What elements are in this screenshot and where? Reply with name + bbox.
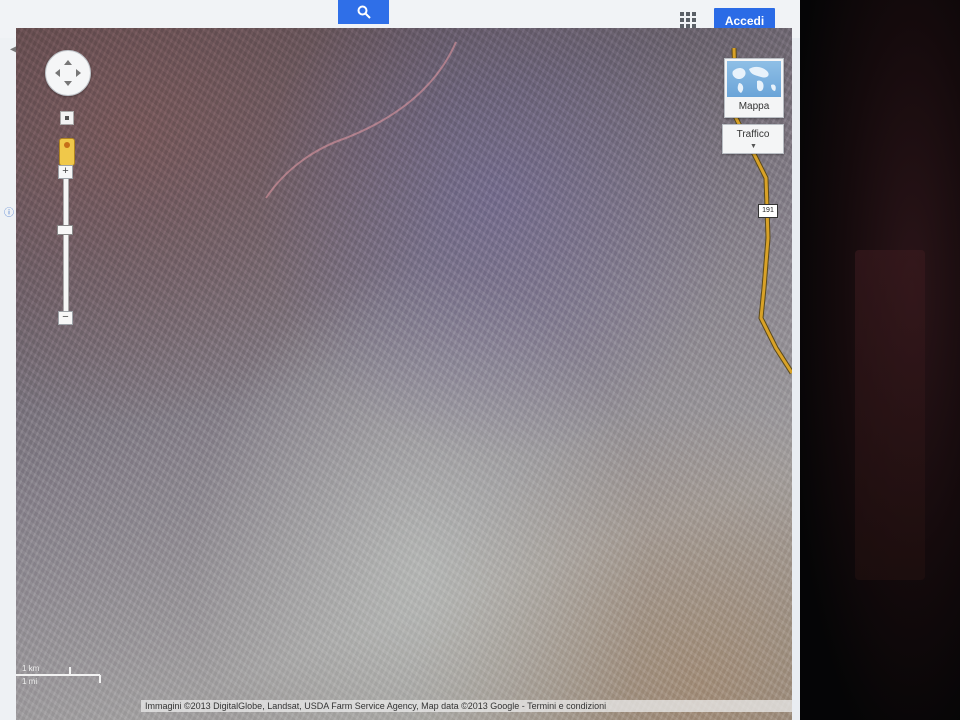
scale-bar: 1 km 1 mi xyxy=(16,662,102,688)
map-attribution: Immagini ©2013 DigitalGlobe, Landsat, US… xyxy=(141,700,792,712)
chevron-down-icon: ▼ xyxy=(750,143,757,150)
room-shadow xyxy=(855,250,925,580)
highway-road xyxy=(265,41,792,375)
zoom-slider-thumb[interactable] xyxy=(57,225,73,235)
search-button[interactable] xyxy=(338,0,389,24)
reset-view-button[interactable] xyxy=(60,111,74,125)
traffic-button[interactable]: Traffico ▼ xyxy=(722,124,784,154)
apps-grid-icon[interactable] xyxy=(680,12,696,28)
satellite-map[interactable]: 191 + − Mappa Traffico ▼ 1 km 1 mi Immag… xyxy=(16,28,792,720)
world-map-icon xyxy=(727,61,781,97)
map-type-button[interactable]: Mappa xyxy=(724,58,784,118)
pan-arrows-icon xyxy=(55,60,81,86)
zoom-slider-track[interactable] xyxy=(63,174,69,318)
pegman-icon[interactable] xyxy=(59,138,75,166)
route-shield-191: 191 xyxy=(758,204,778,218)
info-icon[interactable]: ⓘ xyxy=(4,204,14,219)
scale-metric-label: 1 km xyxy=(22,664,40,673)
zoom-out-button[interactable]: − xyxy=(58,311,73,325)
map-type-label: Mappa xyxy=(738,101,770,112)
zoom-in-button[interactable]: + xyxy=(58,165,73,179)
search-icon xyxy=(357,5,371,19)
traffic-label: Traffico xyxy=(736,129,770,140)
pan-control[interactable] xyxy=(45,50,91,96)
browser-screen: Accedi ◀ ⓘ 191 + − Mappa Traffico ▼ 1 km… xyxy=(0,0,800,720)
scale-imperial-label: 1 mi xyxy=(22,677,38,686)
